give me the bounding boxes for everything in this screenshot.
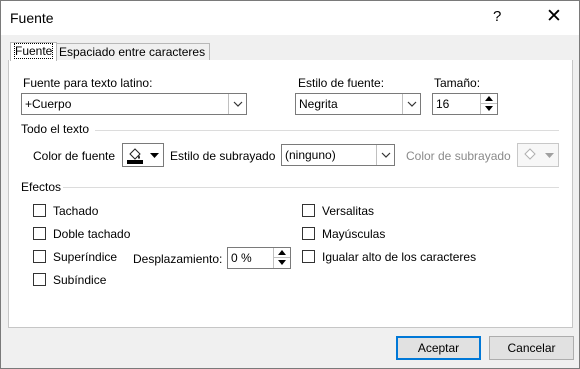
underline-style-combo[interactable]: (ninguno) — [281, 144, 395, 166]
all-caps-label: Mayúsculas — [322, 227, 386, 241]
paint-bucket-icon — [127, 148, 143, 164]
font-dialog: Fuente ? ✕ Fuente Espaciado entre caract… — [0, 0, 580, 369]
offset-spin-buttons — [273, 248, 290, 268]
paint-bucket-icon — [524, 148, 536, 160]
font-size-spinner[interactable]: 16 — [432, 93, 498, 115]
underline-color-button — [517, 143, 559, 167]
underline-style-value: (ninguno) — [285, 148, 336, 162]
equalize-height-label: Igualar alto de los caracteres — [322, 250, 477, 264]
dropdown-arrow-icon — [150, 153, 159, 158]
dialog-title: Fuente — [10, 10, 54, 26]
close-icon[interactable]: ✕ — [546, 7, 562, 26]
double-strikethrough-checkbox[interactable] — [33, 227, 46, 240]
small-caps-checkbox[interactable] — [302, 204, 315, 217]
effects-section-label: Efectos — [21, 180, 62, 194]
offset-value: 0 % — [231, 251, 252, 265]
font-color-button[interactable] — [122, 143, 164, 167]
chevron-down-icon[interactable] — [228, 94, 246, 114]
chevron-down-icon[interactable] — [402, 94, 420, 114]
small-caps-label: Versalitas — [322, 204, 375, 218]
latin-font-value: +Cuerpo — [25, 97, 72, 111]
chevron-down-icon[interactable] — [376, 145, 394, 165]
strikethrough-label: Tachado — [53, 204, 99, 218]
tab-fuente[interactable]: Fuente — [10, 42, 58, 61]
dropdown-arrow-icon — [545, 153, 554, 158]
superscript-checkbox[interactable] — [33, 250, 46, 263]
subscript-label: Subíndice — [53, 273, 107, 287]
underline-color-label: Color de subrayado — [406, 149, 511, 163]
font-style-value: Negrita — [299, 97, 338, 111]
all-caps-checkbox[interactable] — [302, 227, 315, 240]
spin-up-icon[interactable] — [274, 248, 290, 258]
spin-down-icon[interactable] — [274, 258, 290, 268]
title-bar: Fuente ? ✕ — [1, 1, 579, 35]
double-strikethrough-label: Doble tachado — [53, 227, 131, 241]
offset-label: Desplazamiento: — [133, 252, 223, 266]
latin-font-combo[interactable]: +Cuerpo — [21, 93, 247, 115]
all-text-section-label: Todo el texto — [21, 122, 90, 136]
tab-espaciado[interactable]: Espaciado entre caracteres — [54, 43, 211, 61]
superscript-label: Superíndice — [53, 250, 118, 264]
offset-spinner[interactable]: 0 % — [227, 247, 291, 269]
effects-divider — [63, 187, 559, 188]
cancel-button[interactable]: Cancelar — [489, 336, 574, 360]
subscript-checkbox[interactable] — [33, 273, 46, 286]
all-text-divider — [95, 130, 559, 131]
font-size-label: Tamaño: — [434, 76, 481, 90]
latin-font-label: Fuente para texto latino: — [23, 76, 153, 90]
font-style-combo[interactable]: Negrita — [295, 93, 421, 115]
font-size-spin-buttons — [480, 94, 497, 114]
equalize-height-checkbox[interactable] — [302, 250, 315, 263]
spin-down-icon[interactable] — [481, 104, 497, 114]
underline-style-label: Estilo de subrayado — [170, 149, 276, 163]
spin-up-icon[interactable] — [481, 94, 497, 104]
font-style-label: Estilo de fuente: — [298, 76, 385, 90]
font-color-label: Color de fuente — [33, 149, 116, 163]
font-size-value: 16 — [436, 97, 450, 111]
tab-espaciado-label: Espaciado entre caracteres — [59, 45, 206, 59]
ok-button[interactable]: Aceptar — [396, 336, 481, 360]
tab-fuente-label: Fuente — [13, 43, 54, 59]
help-button[interactable]: ? — [493, 8, 501, 25]
strikethrough-checkbox[interactable] — [33, 204, 46, 217]
